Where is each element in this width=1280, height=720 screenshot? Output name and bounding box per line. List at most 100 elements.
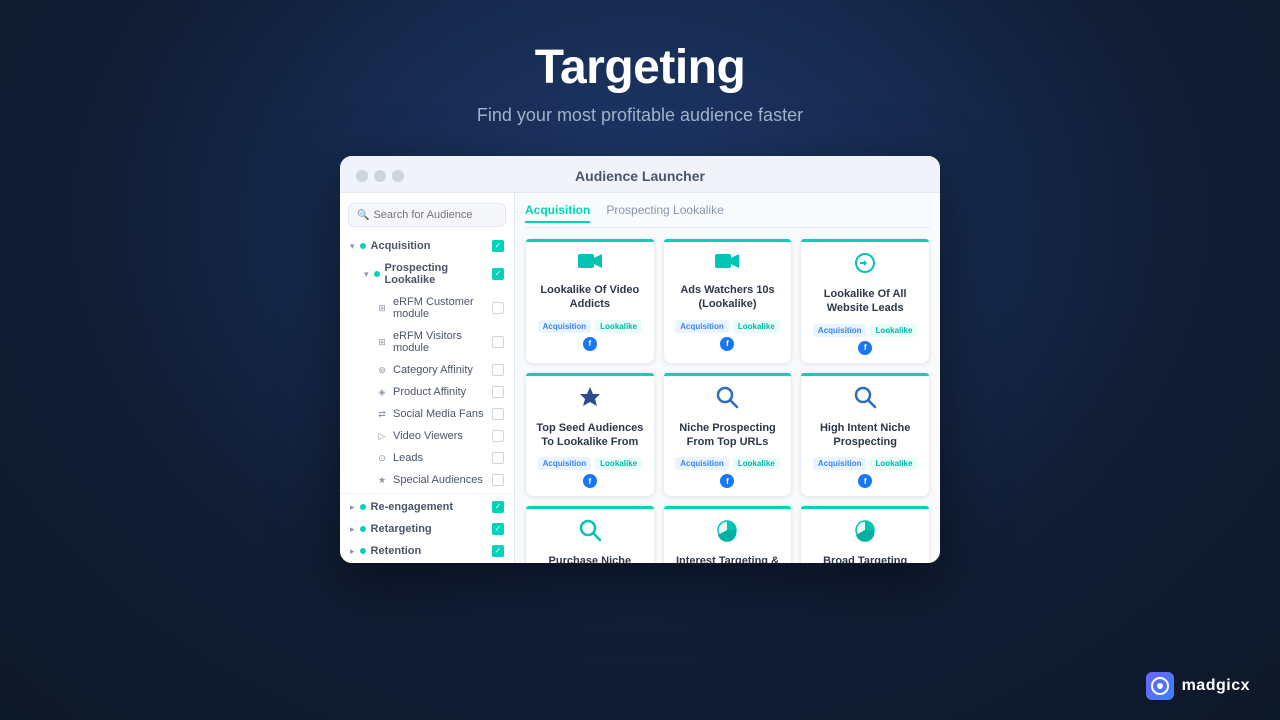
brand-icon — [1146, 672, 1174, 700]
window-title: Audience Launcher — [575, 168, 705, 184]
sidebar-item-reengagement[interactable]: ▸ Re-engagement — [340, 496, 514, 518]
page-wrapper: Targeting Find your most profitable audi… — [0, 0, 1280, 563]
card-footer-6: Acquisition Lookalike f — [809, 457, 921, 488]
erfm-visitors-checkbox[interactable] — [492, 336, 504, 348]
grid-icon-2: ⊞ — [376, 336, 388, 348]
window-dot-green — [392, 170, 404, 182]
sidebar-label-erfm-visitors: eRFM Visitors module — [393, 330, 492, 354]
search-icon: 🔍 — [357, 210, 369, 221]
retargeting-dot — [360, 526, 366, 532]
social-checkbox[interactable] — [492, 408, 504, 420]
badge-acquisition-3: Acquisition — [813, 324, 867, 337]
card-footer-2: Acquisition Lookalike f — [672, 320, 784, 351]
sidebar-item-product[interactable]: ◈ Product Affinity — [340, 381, 514, 403]
star-icon: ★ — [376, 474, 388, 486]
facebook-icon-6: f — [858, 474, 872, 488]
badge-acquisition-2: Acquisition — [675, 320, 729, 333]
sidebar-label-retention: Retention — [371, 545, 422, 557]
sidebar-label-erfm-customer: eRFM Customer module — [393, 296, 492, 320]
sidebar-label-retargeting: Retargeting — [371, 523, 432, 535]
sidebar-item-retention[interactable]: ▸ Retention — [340, 540, 514, 562]
search-teal-icon — [578, 518, 602, 548]
card-broad-targeting[interactable]: Broad Targeting Acquisition G f — [800, 505, 930, 563]
sidebar-item-social[interactable]: ⇄ Social Media Fans — [340, 403, 514, 425]
sidebar-item-acquisition[interactable]: ▾ Acquisition — [340, 235, 514, 257]
reengagement-checkbox[interactable] — [492, 501, 504, 513]
tag-icon: ⊛ — [376, 364, 388, 376]
tab-prospecting-lookalike[interactable]: Prospecting Lookalike — [606, 203, 723, 223]
search-icon-large-2 — [853, 385, 877, 415]
tab-acquisition[interactable]: Acquisition — [525, 203, 590, 223]
acquisition-checkbox[interactable] — [492, 240, 504, 252]
product-checkbox[interactable] — [492, 386, 504, 398]
sidebar-label-prospecting: Prospecting Lookalike — [385, 262, 492, 286]
erfm-customer-checkbox[interactable] — [492, 302, 504, 314]
card-title-7: Purchase Niche Prospecting (URLs) — [534, 554, 646, 563]
video-icon: ▷ — [376, 430, 388, 442]
badge-lookalike-4: Lookalike — [595, 457, 642, 470]
brand-name: madgicx — [1182, 677, 1250, 695]
special-checkbox[interactable] — [492, 474, 504, 486]
facebook-icon-3: f — [858, 341, 872, 355]
page-subtitle: Find your most profitable audience faste… — [477, 105, 803, 126]
card-lookalike-video-addicts[interactable]: Lookalike Of Video Addicts Acquisition L… — [525, 238, 655, 364]
card-interest-targeting[interactable]: Interest Targeting & Audience Mixes Acqu… — [663, 505, 793, 563]
leads-icon: ⊙ — [376, 452, 388, 464]
card-title-8: Interest Targeting & Audience Mixes — [672, 554, 784, 563]
card-title-9: Broad Targeting — [823, 554, 907, 563]
prospecting-checkbox[interactable] — [492, 268, 504, 280]
sidebar-label-special: Special Audiences — [393, 474, 483, 486]
card-footer-5: Acquisition Lookalike f — [672, 457, 784, 488]
card-niche-prospecting-urls[interactable]: Niche Prospecting From Top URLs Acquisit… — [663, 372, 793, 498]
retargeting-checkbox[interactable] — [492, 523, 504, 535]
card-footer-3: Acquisition Lookalike f — [809, 324, 921, 355]
prospecting-dot — [374, 271, 380, 277]
sidebar-item-prospecting-lookalike[interactable]: ▾ Prospecting Lookalike — [340, 257, 514, 291]
badge-lookalike-3: Lookalike — [870, 324, 917, 337]
product-icon: ◈ — [376, 386, 388, 398]
sidebar-label-social: Social Media Fans — [393, 408, 484, 420]
sidebar-label-category: Category Affinity — [393, 364, 473, 376]
badge-acquisition-4: Acquisition — [538, 457, 592, 470]
chevron-down-icon: ▾ — [350, 241, 355, 252]
badge-lookalike-2: Lookalike — [733, 320, 780, 333]
video-camera-icon-2 — [715, 251, 739, 277]
brand-logo: madgicx — [1146, 672, 1250, 700]
chevron-right-icon-2: ▸ — [350, 524, 355, 535]
page-title: Targeting — [477, 40, 803, 95]
card-title-1: Lookalike Of Video Addicts — [534, 283, 646, 312]
cards-grid: Lookalike Of Video Addicts Acquisition L… — [525, 238, 930, 563]
card-purchase-niche[interactable]: Purchase Niche Prospecting (URLs) Acquis… — [525, 505, 655, 563]
facebook-icon-5: f — [720, 474, 734, 488]
facebook-icon-1: f — [583, 337, 597, 351]
sidebar-search-container[interactable]: 🔍 — [348, 203, 506, 227]
sidebar-item-erfm-visitors[interactable]: ⊞ eRFM Visitors module — [340, 325, 514, 359]
retention-checkbox[interactable] — [492, 545, 504, 557]
leads-checkbox[interactable] — [492, 452, 504, 464]
sidebar-item-video[interactable]: ▷ Video Viewers — [340, 425, 514, 447]
star-icon-large — [578, 385, 602, 415]
card-high-intent-niche[interactable]: High Intent Niche Prospecting Acquisitio… — [800, 372, 930, 498]
search-input[interactable] — [373, 209, 497, 221]
video-checkbox[interactable] — [492, 430, 504, 442]
sidebar-item-leads[interactable]: ⊙ Leads — [340, 447, 514, 469]
card-ads-watchers[interactable]: Ads Watchers 10s (Lookalike) Acquisition… — [663, 238, 793, 364]
sidebar-item-erfm-customer[interactable]: ⊞ eRFM Customer module — [340, 291, 514, 325]
sidebar-item-retargeting[interactable]: ▸ Retargeting — [340, 518, 514, 540]
hero-section: Targeting Find your most profitable audi… — [477, 0, 803, 146]
sidebar-item-category[interactable]: ⊛ Category Affinity — [340, 359, 514, 381]
video-camera-icon — [578, 251, 602, 277]
facebook-icon-2: f — [720, 337, 734, 351]
category-checkbox[interactable] — [492, 364, 504, 376]
chevron-down-icon-2: ▾ — [364, 269, 369, 280]
grid-icon: ⊞ — [376, 302, 388, 314]
card-top-seed-audiences[interactable]: Top Seed Audiences To Lookalike From Acq… — [525, 372, 655, 498]
card-title-3: Lookalike Of All Website Leads — [809, 287, 921, 316]
window-dot-red — [356, 170, 368, 182]
pie-chart-icon — [715, 518, 739, 548]
sidebar-item-special[interactable]: ★ Special Audiences — [340, 469, 514, 491]
card-title-2: Ads Watchers 10s (Lookalike) — [672, 283, 784, 312]
card-title-6: High Intent Niche Prospecting — [809, 421, 921, 450]
badge-lookalike-1: Lookalike — [595, 320, 642, 333]
card-lookalike-website-leads[interactable]: Lookalike Of All Website Leads Acquisiti… — [800, 238, 930, 364]
